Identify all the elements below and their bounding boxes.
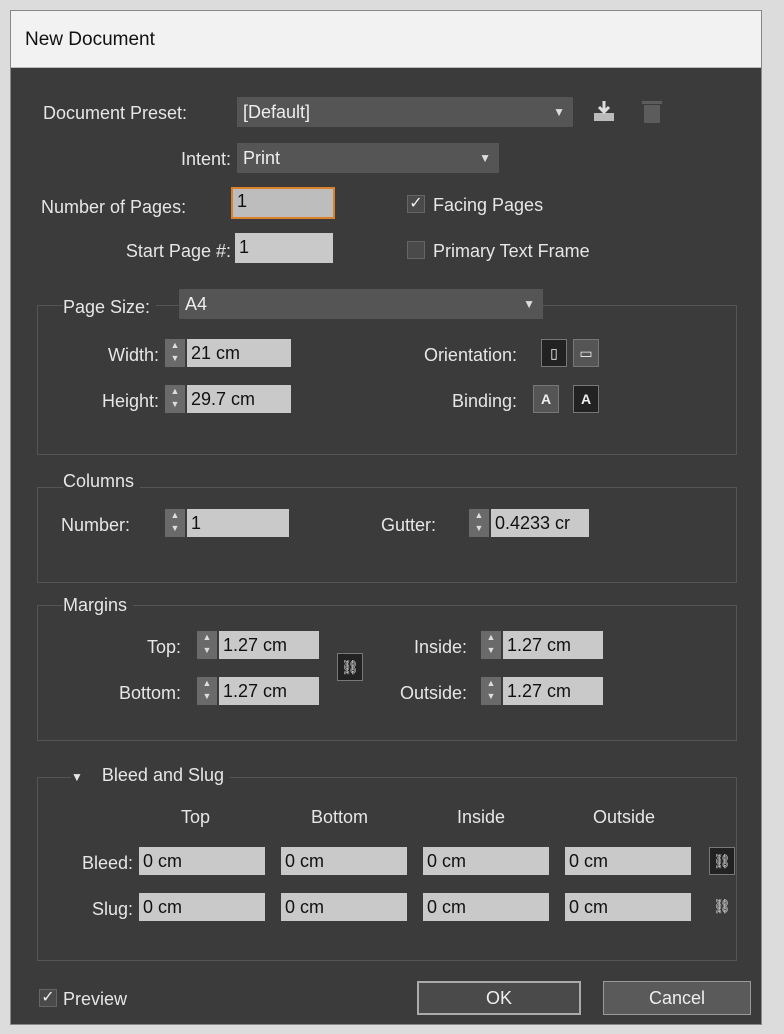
width-stepper[interactable]: ▲ ▼ (165, 339, 185, 367)
right-binding-icon[interactable]: A (573, 385, 599, 413)
slug-bottom-input[interactable]: 0 cm (281, 893, 407, 921)
cancel-button[interactable]: Cancel (603, 981, 751, 1015)
gutter-input[interactable]: 0.4233 cr (491, 509, 589, 537)
height-stepper[interactable]: ▲ ▼ (165, 385, 185, 413)
save-preset-icon[interactable] (591, 99, 617, 125)
ok-button[interactable]: OK (417, 981, 581, 1015)
bleed-inside-input[interactable]: 0 cm (423, 847, 549, 875)
margin-bottom-input[interactable]: 1.27 cm (219, 677, 319, 705)
bleed-bottom-input[interactable]: 0 cm (281, 847, 407, 875)
slug-outside-input[interactable]: 0 cm (565, 893, 691, 921)
page-size-label: Page Size: (63, 297, 157, 318)
column-number-input[interactable]: 1 (187, 509, 289, 537)
document-preset-label: Document Preset: (43, 103, 188, 123)
columns-title: Columns (63, 471, 141, 492)
primary-text-frame-checkbox[interactable] (407, 241, 425, 259)
height-input[interactable]: 29.7 cm (187, 385, 291, 413)
bleed-header-top: Top (181, 807, 211, 827)
facing-pages-checkbox[interactable]: ✓ (407, 195, 425, 213)
title-bar: New Document (11, 11, 761, 68)
margin-bottom-stepper[interactable]: ▲ ▼ (197, 677, 217, 705)
intent-label: Intent: (180, 149, 231, 169)
margin-top-label: Top: (146, 637, 181, 657)
bleed-slug-header[interactable]: ▼ Bleed and Slug (71, 765, 231, 786)
number-of-pages-input[interactable]: 1 (231, 187, 335, 219)
facing-pages-label: Facing Pages (433, 195, 544, 215)
start-page-input[interactable]: 1 (235, 233, 333, 263)
intent-dropdown[interactable]: Print ▼ (237, 143, 499, 173)
margin-inside-stepper[interactable]: ▲ ▼ (481, 631, 501, 659)
margin-inside-label: Inside: (413, 637, 467, 657)
document-preset-dropdown[interactable]: [Default] ▼ (237, 97, 573, 127)
margin-outside-stepper[interactable]: ▲ ▼ (481, 677, 501, 705)
bleed-label: Bleed: (81, 853, 133, 873)
margins-title: Margins (63, 595, 134, 616)
orientation-label: Orientation: (423, 345, 517, 365)
bleed-header-outside: Outside (593, 807, 656, 827)
width-input[interactable]: 21 cm (187, 339, 291, 367)
landscape-orientation-icon[interactable]: ▭ (573, 339, 599, 367)
margin-outside-label: Outside: (399, 683, 467, 703)
slug-top-input[interactable]: 0 cm (139, 893, 265, 921)
bleed-header-inside: Inside (457, 807, 506, 827)
portrait-orientation-icon[interactable]: ▯ (541, 339, 567, 367)
page-size-value: A4 (185, 294, 208, 314)
column-number-label: Number: (61, 515, 131, 535)
left-binding-icon[interactable]: A (533, 385, 559, 413)
slug-label: Slug: (91, 899, 133, 919)
collapse-triangle-icon: ▼ (71, 770, 83, 784)
window-title: New Document (25, 29, 155, 50)
binding-label: Binding: (451, 391, 517, 411)
height-label: Height: (101, 391, 159, 411)
chevron-down-icon: ▼ (479, 151, 491, 165)
margin-bottom-label: Bottom: (118, 683, 181, 703)
document-preset-value: [Default] (243, 102, 311, 122)
page-size-group (37, 305, 737, 455)
preview-checkbox[interactable]: ✓ (39, 989, 57, 1007)
gutter-stepper[interactable]: ▲ ▼ (469, 509, 489, 537)
page-size-dropdown[interactable]: A4 ▼ (179, 289, 543, 319)
margin-top-input[interactable]: 1.27 cm (219, 631, 319, 659)
margins-group (37, 605, 737, 741)
bleed-outside-input[interactable]: 0 cm (565, 847, 691, 875)
slug-inside-input[interactable]: 0 cm (423, 893, 549, 921)
delete-preset-icon[interactable] (641, 99, 663, 125)
width-label: Width: (107, 345, 159, 365)
bleed-top-input[interactable]: 0 cm (139, 847, 265, 875)
link-margins-icon[interactable]: ⛓ (337, 653, 363, 681)
preview-label: Preview (63, 989, 128, 1009)
chevron-down-icon: ▼ (523, 297, 535, 311)
margin-outside-input[interactable]: 1.27 cm (503, 677, 603, 705)
margin-top-stepper[interactable]: ▲ ▼ (197, 631, 217, 659)
gutter-label: Gutter: (381, 515, 437, 535)
chevron-down-icon: ▼ (553, 105, 565, 119)
number-of-pages-label: Number of Pages: (41, 197, 187, 217)
bleed-header-bottom: Bottom (311, 807, 369, 827)
start-page-label: Start Page #: (125, 241, 231, 261)
intent-value: Print (243, 148, 281, 168)
unlink-slug-icon[interactable]: ⛓ (709, 893, 735, 921)
primary-text-frame-label: Primary Text Frame (433, 241, 590, 261)
column-number-stepper[interactable]: ▲ ▼ (165, 509, 185, 537)
margin-inside-input[interactable]: 1.27 cm (503, 631, 603, 659)
new-document-dialog: New Document Document Preset: [Default] … (10, 10, 762, 1025)
link-bleed-icon[interactable]: ⛓ (709, 847, 735, 875)
bleed-slug-title: Bleed and Slug (101, 765, 225, 785)
